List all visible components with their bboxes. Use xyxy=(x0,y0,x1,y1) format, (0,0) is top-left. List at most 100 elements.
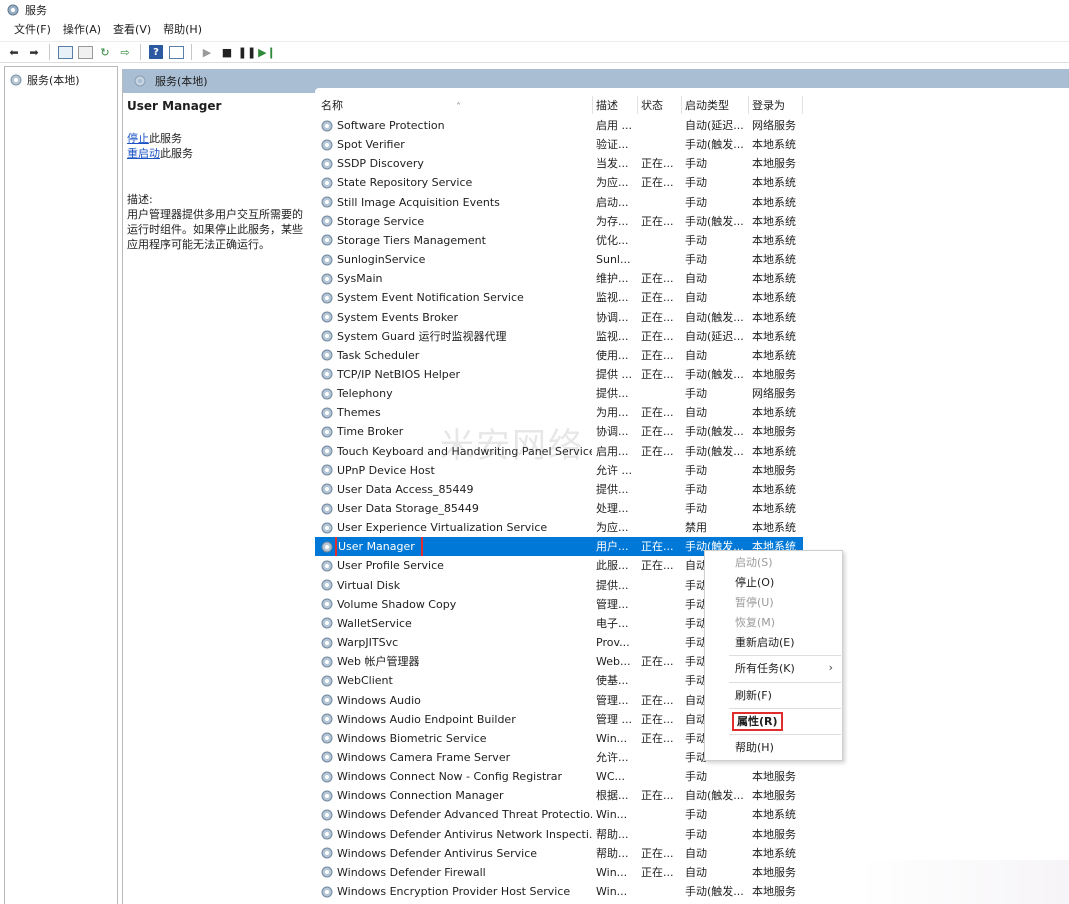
service-logon: 本地系统 xyxy=(752,138,796,152)
table-row[interactable]: Software Protection 启用 ... 自动(延迟... 网络服务 xyxy=(315,116,815,135)
table-row[interactable]: Themes 为用... 正在... 自动 本地系统 xyxy=(315,403,815,422)
service-startup-type: 自动(触发... xyxy=(685,310,744,324)
table-row[interactable]: Spot Verifier 验证... 手动(触发... 本地系统 xyxy=(315,135,815,154)
column-header-logon[interactable]: 登录为 xyxy=(752,96,812,116)
properties-view-icon[interactable] xyxy=(77,44,93,60)
table-row[interactable]: User Data Storage_85449 处理... 手动 本地系统 xyxy=(315,499,815,518)
table-row[interactable]: Windows Defender Antivirus Service 帮助... 正… xyxy=(315,844,815,863)
table-row[interactable]: System Event Notification Service 监视... 正在… xyxy=(315,288,815,307)
table-row[interactable]: Storage Tiers Management 优化... 手动 本地系统 xyxy=(315,231,815,250)
ctx-restart[interactable]: 重新启动(E) xyxy=(735,634,795,652)
table-row[interactable]: SysMain 维护... 正在... 自动 本地系统 xyxy=(315,269,815,288)
service-gear-icon xyxy=(320,291,334,305)
service-logon: 本地系统 xyxy=(752,502,796,515)
table-row[interactable]: System Events Broker 协调... 正在... 自动(触发... 本地… xyxy=(315,308,815,327)
table-row[interactable]: Telephony 提供... 手动 网络服务 xyxy=(315,384,815,403)
table-row[interactable]: Windows Defender Advanced Threat Protect… xyxy=(315,805,815,824)
export-list-icon[interactable]: ⇨ xyxy=(117,44,133,60)
service-gear-icon xyxy=(320,482,334,496)
console-view-icon[interactable] xyxy=(168,44,184,60)
restart-service-link[interactable]: 重启动 xyxy=(127,147,160,160)
service-name-cell: Still Image Acquisition Events xyxy=(320,193,592,212)
service-name: Task Scheduler xyxy=(337,348,420,362)
service-name: Windows Biometric Service xyxy=(337,731,487,745)
table-row[interactable]: Time Broker 协调... 正在... 手动(触发... 本地服务 xyxy=(315,422,815,441)
column-divider[interactable] xyxy=(802,96,803,114)
service-description: 允许... xyxy=(596,750,629,764)
column-header-status[interactable]: 状态 xyxy=(641,96,681,116)
column-divider[interactable] xyxy=(592,96,593,114)
ctx-start[interactable]: 启动(S) xyxy=(735,554,773,572)
services-gear-icon xyxy=(9,73,23,87)
table-row[interactable]: System Guard 运行时监视器代理 监视... 正在... 自动(延迟... 本… xyxy=(315,327,815,346)
tree-item-services-local[interactable]: 服务(本地) xyxy=(9,72,80,88)
ctx-resume[interactable]: 恢复(M) xyxy=(735,614,775,632)
service-description: 提供... xyxy=(596,482,629,496)
menu-action[interactable]: 操作(A) xyxy=(57,20,107,40)
menu-view[interactable]: 查看(V) xyxy=(107,20,157,40)
service-logon: 本地系统 xyxy=(752,444,796,458)
table-row[interactable]: User Experience Virtualization Service 为应… xyxy=(315,518,815,537)
service-description: Win... xyxy=(596,865,628,879)
show-console-tree-icon[interactable] xyxy=(57,44,73,60)
pause-service-icon[interactable]: ❚❚ xyxy=(238,44,256,60)
service-logon: 本地系统 xyxy=(752,406,796,420)
column-divider[interactable] xyxy=(748,96,749,114)
ctx-help[interactable]: 帮助(H) xyxy=(735,739,774,757)
service-description: 使基... xyxy=(596,674,629,688)
table-row[interactable]: Still Image Acquisition Events 启动... 手动 本地系… xyxy=(315,193,815,212)
column-header-name[interactable]: 名称 ˄ xyxy=(321,96,591,116)
service-logon: 本地系统 xyxy=(752,329,796,343)
menu-file[interactable]: 文件(F) xyxy=(8,20,57,40)
service-name-cell: User Manager xyxy=(320,537,592,557)
table-row[interactable]: Task Scheduler 使用... 正在... 自动 本地系统 xyxy=(315,346,815,365)
column-divider[interactable] xyxy=(637,96,638,114)
table-row[interactable]: TCP/IP NetBIOS Helper 提供 ... 正在... 手动(触发...… xyxy=(315,365,815,384)
back-icon[interactable]: ⬅ xyxy=(6,44,22,60)
service-gear-icon xyxy=(320,387,334,401)
service-description: 根据... xyxy=(596,789,629,803)
table-row[interactable]: Windows Defender Antivirus Network Inspe… xyxy=(315,825,815,844)
table-row[interactable]: Windows Connect Now - Config Registrar WC… xyxy=(315,767,815,786)
service-gear-icon xyxy=(320,463,334,477)
toolbar: ⬅ ➡ ↻ ⇨ ? ▶ ■ ❚❚ ▶❙ xyxy=(0,41,1069,63)
service-name: User Data Storage_85449 xyxy=(337,502,479,515)
refresh-icon[interactable]: ↻ xyxy=(97,44,113,60)
service-logon: 本地服务 xyxy=(752,367,796,381)
stop-service-icon[interactable]: ■ xyxy=(219,44,235,60)
table-row[interactable]: SunloginService Sunl... 手动 本地系统 xyxy=(315,250,815,269)
service-startup-type: 自动 xyxy=(685,406,707,420)
services-gear-icon xyxy=(6,3,20,17)
table-row[interactable]: Windows Defender Firewall Win... 正在... 自动 本地… xyxy=(315,863,815,882)
table-row[interactable]: Windows Connection Manager 根据... 正在... 自动(触… xyxy=(315,786,815,805)
ctx-refresh[interactable]: 刷新(F) xyxy=(735,687,772,705)
ctx-pause[interactable]: 暂停(U) xyxy=(735,594,774,612)
service-name: WebClient xyxy=(337,674,393,688)
column-header-desc[interactable]: 描述 xyxy=(596,96,636,116)
table-row[interactable]: Storage Service 为存... 正在... 手动(触发... 本地系统 xyxy=(315,212,815,231)
ctx-properties[interactable]: 属性(R) xyxy=(732,712,783,731)
service-name: Touch Keyboard and Handwriting Panel Ser… xyxy=(337,444,592,458)
table-row[interactable]: State Repository Service 为应... 正在... 手动 本地系统 xyxy=(315,173,815,192)
toolbar-divider xyxy=(140,44,141,60)
column-divider[interactable] xyxy=(681,96,682,114)
stop-link-suffix: 此服务 xyxy=(149,132,182,145)
forward-icon[interactable]: ➡ xyxy=(26,44,42,60)
table-row[interactable]: SSDP Discovery 当发... 正在... 手动 本地服务 xyxy=(315,154,815,173)
start-service-icon[interactable]: ▶ xyxy=(199,44,215,60)
table-row[interactable]: Touch Keyboard and Handwriting Panel Ser… xyxy=(315,442,815,461)
title-bar: 服务 xyxy=(0,0,1069,20)
ctx-all-tasks[interactable]: 所有任务(K) xyxy=(735,660,795,678)
service-logon: 本地系统 xyxy=(752,233,796,247)
table-row[interactable]: Windows Encryption Provider Host Service… xyxy=(315,882,815,901)
stop-service-link[interactable]: 停止 xyxy=(127,132,149,145)
help-icon[interactable]: ? xyxy=(148,44,164,60)
service-gear-icon xyxy=(320,310,334,324)
service-gear-icon xyxy=(320,272,334,286)
table-row[interactable]: User Data Access_85449 提供... 手动 本地系统 xyxy=(315,480,815,499)
ctx-stop[interactable]: 停止(O) xyxy=(735,574,774,592)
column-header-startup-type[interactable]: 启动类型 xyxy=(685,96,749,116)
table-row[interactable]: UPnP Device Host 允许 ... 手动 本地服务 xyxy=(315,461,815,480)
restart-service-icon[interactable]: ▶❙ xyxy=(258,44,276,60)
menu-help[interactable]: 帮助(H) xyxy=(157,20,208,40)
